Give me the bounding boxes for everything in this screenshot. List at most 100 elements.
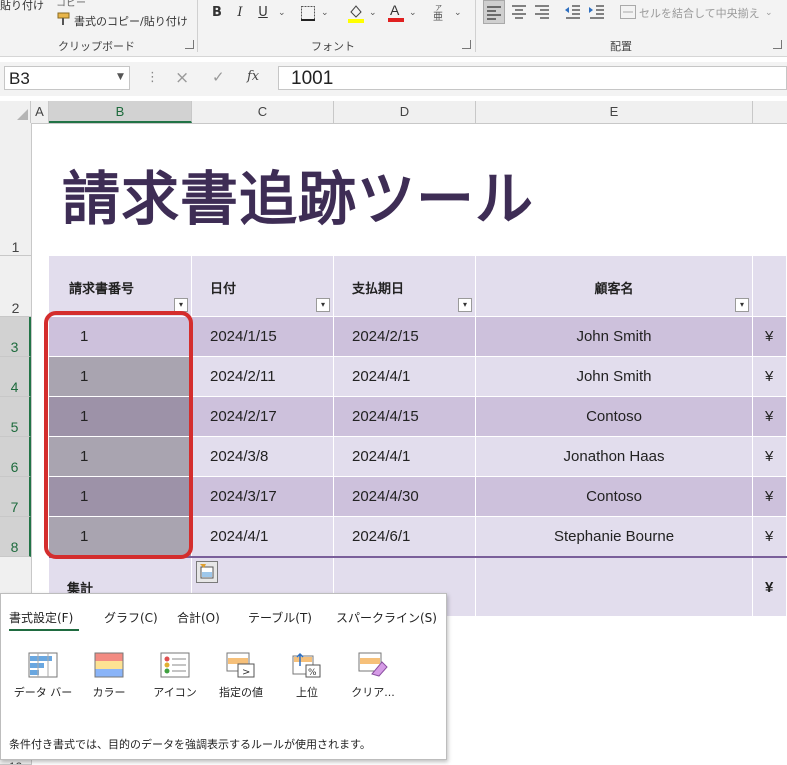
icon-set-icon [160,652,190,678]
phonetic-guide-icon[interactable]: ア亜 [432,3,448,24]
merge-center-icon[interactable] [620,5,636,22]
insert-function-icon[interactable]: fx [247,69,259,84]
tab-charts[interactable]: グラフ(C) [104,609,158,626]
header-amount[interactable] [753,256,787,317]
icon-set-option[interactable]: アイコン [145,652,205,700]
tab-sparklines[interactable]: スパークライン(S) [336,609,437,626]
header-due-date[interactable]: 支払期日 [334,256,476,317]
customer-cell[interactable]: Jonathon Haas [476,437,753,477]
row-header-3[interactable]: 3 [0,317,31,357]
align-right-icon[interactable] [532,1,552,26]
date-cell[interactable]: 2024/1/15 [192,317,334,357]
due-date-cell[interactable]: 2024/4/15 [334,397,476,437]
customer-cell[interactable]: John Smith [476,317,753,357]
border-icon[interactable] [300,5,316,24]
align-left-button[interactable] [483,0,505,24]
cancel-icon[interactable]: × [175,68,189,88]
increase-indent-icon[interactable] [587,1,607,26]
formula-bar-handle-icon: ⋮ [146,70,159,85]
amount-cell[interactable]: ¥ [753,317,787,357]
header-date[interactable]: 日付 [192,256,334,317]
row-header-4[interactable]: 4 [0,357,31,397]
total-amount-cell[interactable]: ¥ [753,558,787,617]
enter-icon[interactable]: ✓ [212,68,225,86]
underline-button[interactable]: U [255,3,271,23]
top-ten-option[interactable]: % 上位 [277,652,337,700]
column-header-e[interactable]: E [476,101,753,123]
clear-format-option[interactable]: クリア... [343,652,403,700]
font-launcher-icon[interactable] [462,40,471,49]
name-box-dropdown-icon[interactable]: ▼ [117,72,124,82]
row-header-5[interactable]: 5 [0,397,31,437]
format-painter-button[interactable]: 書式のコピー/貼り付け [74,13,188,29]
customer-cell[interactable]: Contoso [476,477,753,517]
clipboard-launcher-icon[interactable] [185,40,194,49]
filter-dropdown-icon[interactable]: ▾ [316,298,330,312]
name-box[interactable]: B3 [4,66,130,90]
customer-cell[interactable]: Stephanie Bourne [476,517,753,557]
total-cell[interactable] [476,558,753,617]
amount-cell[interactable]: ¥ [753,397,787,437]
formula-input[interactable]: 1001 [278,66,787,90]
border-dropdown-icon[interactable]: ⌄ [321,8,329,18]
bold-button[interactable]: B [209,3,225,23]
due-date-cell[interactable]: 2024/2/15 [334,317,476,357]
color-scale-option[interactable]: カラー [79,652,139,700]
due-date-cell[interactable]: 2024/6/1 [334,517,476,557]
row-header-6[interactable]: 6 [0,437,31,477]
svg-text:ア: ア [435,4,442,12]
quick-analysis-button[interactable] [196,561,218,583]
paste-button[interactable]: 貼り付け [0,0,44,13]
active-tab-underline [9,629,79,631]
copy-button[interactable]: コピー [56,0,86,9]
header-customer[interactable]: 顧客名 [476,256,753,317]
merge-dropdown-icon[interactable]: ⌄ [765,8,773,18]
alignment-launcher-icon[interactable] [773,40,782,49]
date-cell[interactable]: 2024/2/17 [192,397,334,437]
filter-dropdown-icon[interactable]: ▾ [458,298,472,312]
amount-cell[interactable]: ¥ [753,477,787,517]
data-bars-option[interactable]: データ バー [13,652,73,700]
customer-cell[interactable]: John Smith [476,357,753,397]
row-header-1[interactable]: 1 [0,123,31,256]
font-color-icon[interactable]: A [387,2,405,25]
column-header-bar: A B C D E [0,101,787,124]
header-label: 請求書番号 [69,282,135,297]
fill-color-icon[interactable] [347,3,365,26]
due-date-cell[interactable]: 2024/4/30 [334,477,476,517]
select-all-button[interactable] [0,101,31,123]
tab-totals[interactable]: 合計(O) [177,609,220,626]
column-header-a[interactable]: A [31,101,49,123]
date-cell[interactable]: 2024/3/17 [192,477,334,517]
decrease-indent-icon[interactable] [563,1,583,26]
underline-dropdown-icon[interactable]: ⌄ [278,8,286,18]
row-header-2[interactable]: 2 [0,256,31,317]
font-color-dropdown-icon[interactable]: ⌄ [409,8,417,18]
date-cell[interactable]: 2024/2/11 [192,357,334,397]
date-cell[interactable]: 2024/4/1 [192,517,334,557]
customer-cell[interactable]: Contoso [476,397,753,437]
column-header-c[interactable]: C [192,101,334,123]
filter-dropdown-icon[interactable]: ▾ [735,298,749,312]
merge-center-button[interactable]: セルを結合して中央揃え [639,5,760,21]
italic-button[interactable]: I [232,3,248,23]
row-header-7[interactable]: 7 [0,477,31,517]
tab-tables[interactable]: テーブル(T) [248,609,312,626]
due-date-cell[interactable]: 2024/4/1 [334,437,476,477]
align-center-icon[interactable] [509,1,529,26]
tab-formatting[interactable]: 書式設定(F) [9,609,73,626]
amount-cell[interactable]: ¥ [753,437,787,477]
row-header-8[interactable]: 8 [0,517,31,557]
date-cell[interactable]: 2024/3/8 [192,437,334,477]
amount-cell[interactable]: ¥ [753,517,787,557]
column-header-b[interactable]: B [49,101,192,123]
phonetic-dropdown-icon[interactable]: ⌄ [454,8,462,18]
amount-cell[interactable]: ¥ [753,357,787,397]
format-painter-icon[interactable] [55,12,71,26]
sort-filter-icon[interactable]: ▾ [174,298,188,312]
due-date-cell[interactable]: 2024/4/1 [334,357,476,397]
greater-than-option[interactable]: > 指定の値 [211,652,271,700]
fill-color-dropdown-icon[interactable]: ⌄ [369,8,377,18]
column-header-d[interactable]: D [334,101,476,123]
header-invoice-number[interactable]: 請求書番号 [49,256,192,317]
